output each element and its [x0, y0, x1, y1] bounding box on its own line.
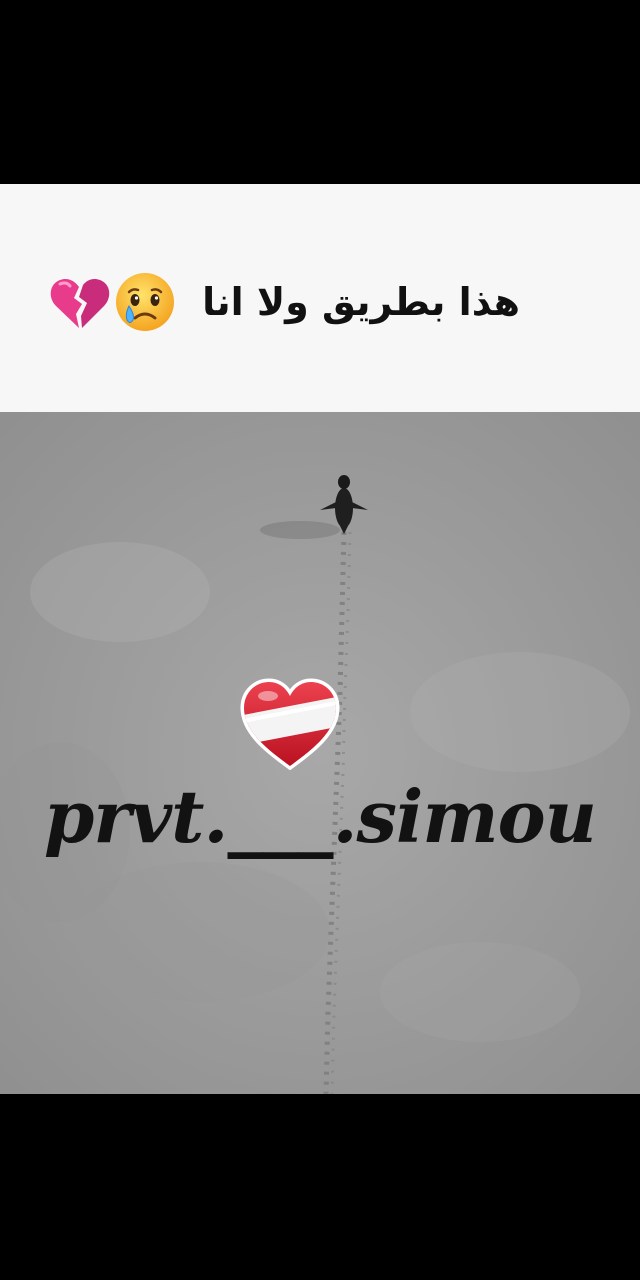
broken-heart-icon	[50, 278, 110, 328]
watermark-text: prvt.___.simou	[44, 774, 597, 859]
striped-heart-icon	[240, 678, 340, 770]
caption-text: هذا بطريق ولا انا	[202, 280, 520, 324]
caption-panel: هذا بطريق ولا انا	[0, 184, 640, 412]
penguin-figure	[320, 475, 368, 534]
top-letterbox	[0, 0, 640, 184]
video-frame[interactable]: prvt.___.simou	[0, 412, 640, 1094]
story-screen: هذا بطريق ولا انا prvt.___.simou	[0, 0, 640, 1280]
caption-row: هذا بطريق ولا انا	[0, 270, 640, 334]
crying-face-icon	[116, 273, 174, 331]
bottom-letterbox	[0, 1094, 640, 1280]
